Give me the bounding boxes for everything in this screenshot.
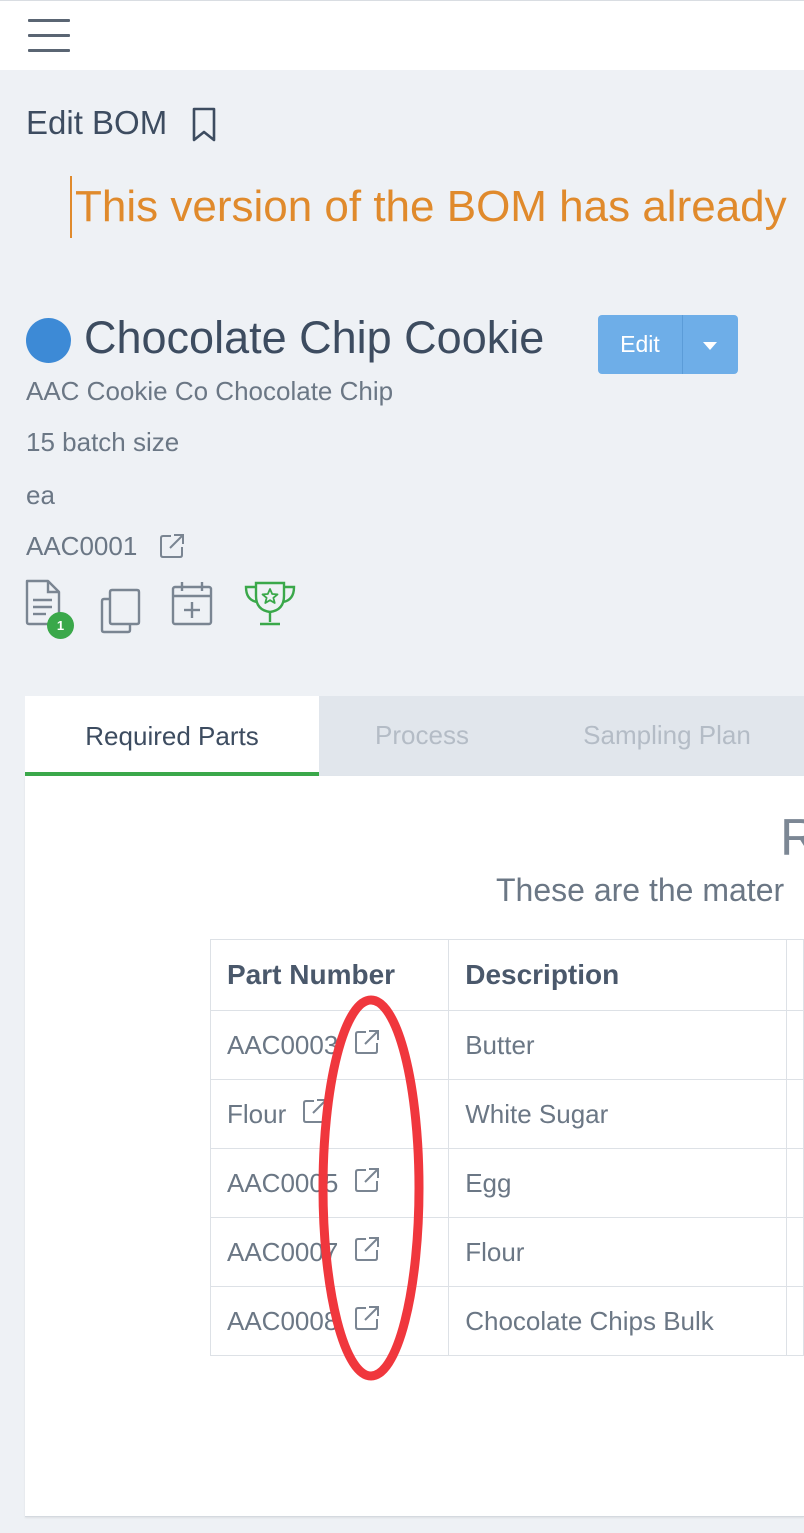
cut-off-cell xyxy=(785,1148,804,1218)
part-number-link[interactable]: Flour xyxy=(227,1099,286,1130)
trophy-icon[interactable] xyxy=(242,580,298,628)
external-link-icon[interactable] xyxy=(352,1234,382,1271)
description-cell: Chocolate Chips Bulk xyxy=(448,1286,787,1356)
column-header-description[interactable]: Description xyxy=(448,939,787,1011)
part-number-cell: AAC0008 xyxy=(209,1286,450,1356)
description-cell: Flour xyxy=(448,1217,787,1287)
table-row: AAC0008 Chocolate Chips Bulk xyxy=(209,1286,804,1356)
external-link-icon[interactable] xyxy=(352,1303,382,1340)
description-cell: White Sugar xyxy=(448,1079,787,1149)
description-cell: Butter xyxy=(448,1010,787,1080)
tab-sampling-plan[interactable]: Sampling Plan xyxy=(555,696,779,776)
external-link-icon[interactable] xyxy=(300,1096,330,1133)
tab-required-parts[interactable]: Required Parts xyxy=(25,696,319,776)
external-link-icon[interactable] xyxy=(352,1165,382,1202)
required-parts-table: Part Number Description AAC0003 Butter Flo… xyxy=(209,939,804,1356)
part-number-cell: AAC0003 xyxy=(209,1010,450,1080)
edit-button-group: Edit xyxy=(598,315,738,374)
cut-off-cell xyxy=(785,1010,804,1080)
top-bar xyxy=(0,0,804,70)
calendar-add-icon[interactable] xyxy=(170,580,216,628)
tab-bar: Required Parts Process Sampling Plan xyxy=(25,696,804,776)
cut-off-cell xyxy=(785,1079,804,1149)
column-header-cut-off xyxy=(785,939,804,1011)
tab-process[interactable]: Process xyxy=(322,696,522,776)
description-cell: Egg xyxy=(448,1148,787,1218)
table-header-row: Part Number Description xyxy=(209,939,804,1011)
batch-size: 15 batch size xyxy=(26,427,180,457)
panel-heading: R xyxy=(780,809,804,867)
external-link-icon[interactable] xyxy=(352,1027,382,1064)
part-number-cell: AAC0005 xyxy=(209,1148,450,1218)
part-number-link[interactable]: AAC0007 xyxy=(227,1237,338,1268)
edit-button[interactable]: Edit xyxy=(598,315,682,374)
external-link-icon[interactable] xyxy=(157,531,187,561)
document-count-badge: 1 xyxy=(47,612,74,639)
cut-off-cell xyxy=(785,1217,804,1287)
bookmark-icon[interactable] xyxy=(190,106,220,144)
part-number-link[interactable]: AAC0003 xyxy=(227,1030,338,1061)
warning-accent-bar xyxy=(70,176,72,238)
copy-icon[interactable] xyxy=(99,586,143,636)
part-number-row: AAC0001 xyxy=(26,531,187,562)
unit-of-measure: ea xyxy=(26,480,55,510)
status-indicator xyxy=(26,318,71,363)
part-number-link[interactable]: AAC0008 xyxy=(227,1306,338,1337)
part-number-link[interactable]: AAC0005 xyxy=(227,1168,338,1199)
table-row: Flour White Sugar xyxy=(209,1079,804,1149)
version-warning: This version of the BOM has already xyxy=(75,182,787,231)
cut-off-cell xyxy=(785,1286,804,1356)
part-number-cell: Flour xyxy=(209,1079,450,1149)
edit-dropdown-caret-icon[interactable] xyxy=(683,315,738,374)
page-title: Edit BOM xyxy=(26,104,168,141)
part-number-link[interactable]: AAC0001 xyxy=(26,531,137,561)
table-row: AAC0003 Butter xyxy=(209,1010,804,1080)
item-subtitle: AAC Cookie Co Chocolate Chip xyxy=(26,376,394,406)
table-row: AAC0005 Egg xyxy=(209,1148,804,1218)
part-number-cell: AAC0007 xyxy=(209,1217,450,1287)
table-row: AAC0007 Flour xyxy=(209,1217,804,1287)
column-header-part-number[interactable]: Part Number xyxy=(209,939,450,1011)
hamburger-menu-icon[interactable] xyxy=(28,19,70,53)
item-title: Chocolate Chip Cookie xyxy=(84,312,545,363)
panel-description: These are the mater xyxy=(496,872,785,908)
